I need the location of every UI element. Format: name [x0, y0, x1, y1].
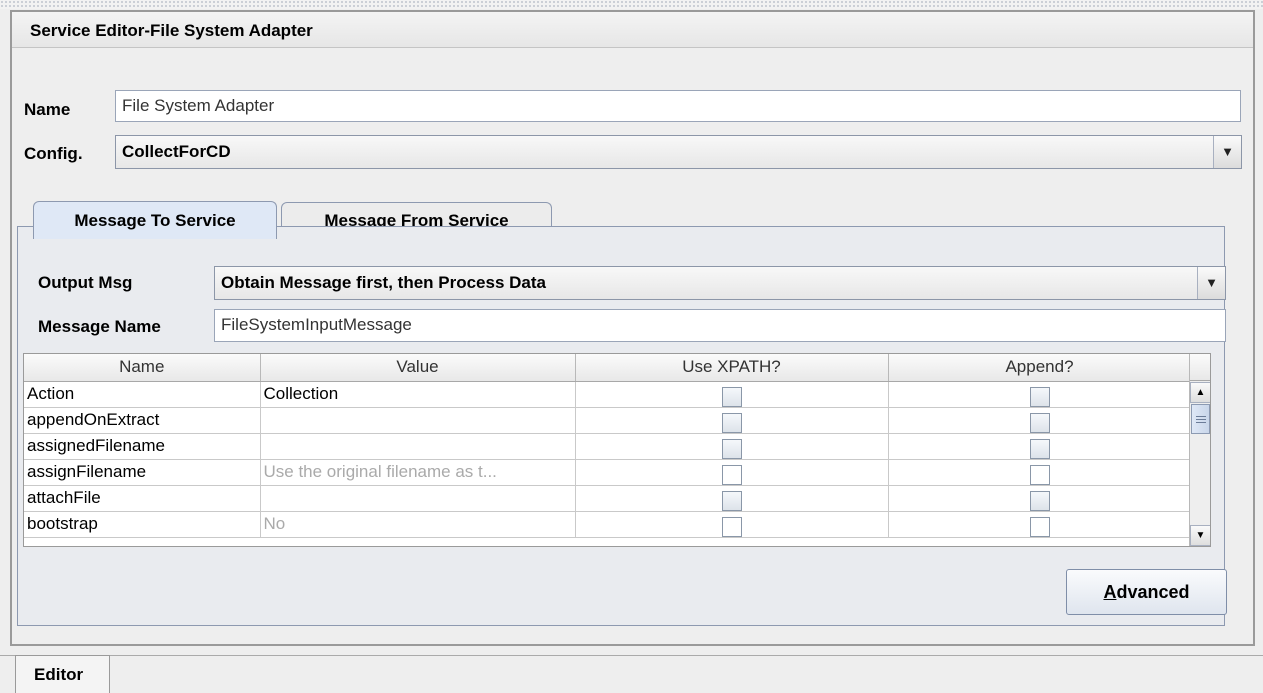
use-xpath-checkbox[interactable]: [721, 386, 742, 406]
column-header-append[interactable]: Append?: [888, 354, 1192, 382]
use-xpath-checkbox[interactable]: [721, 516, 742, 536]
row-value[interactable]: [260, 433, 576, 460]
append-checkbox[interactable]: [1029, 412, 1050, 432]
table-row[interactable]: assignedFilename: [24, 433, 1192, 460]
row-name[interactable]: Action: [24, 381, 261, 408]
column-header-value[interactable]: Value: [260, 354, 576, 382]
row-name[interactable]: assignedFilename: [24, 433, 261, 460]
chevron-down-icon[interactable]: ▼: [1197, 267, 1225, 299]
append-checkbox[interactable]: [1029, 490, 1050, 510]
config-label: Config.: [24, 144, 83, 163]
scroll-thumb[interactable]: [1191, 404, 1210, 434]
row-name[interactable]: appendOnExtract: [24, 407, 261, 434]
output-msg-label: Output Msg: [38, 273, 133, 292]
append-checkbox[interactable]: [1029, 438, 1050, 458]
properties-grid: Name Value Use XPATH? Append? Action Col…: [24, 354, 1192, 538]
append-checkbox[interactable]: [1029, 516, 1050, 536]
column-header-use-xpath[interactable]: Use XPATH?: [575, 354, 889, 382]
scroll-corner: [1190, 354, 1210, 381]
dotted-top-strip: [0, 0, 1263, 9]
panel-title: Service Editor-File System Adapter: [12, 12, 1253, 48]
table-scrollbar[interactable]: ▲ ▼: [1189, 354, 1210, 546]
append-checkbox[interactable]: [1029, 386, 1050, 406]
arrow-up-icon[interactable]: ▲: [1190, 382, 1210, 403]
message-name-label: Message Name: [38, 317, 161, 336]
row-value[interactable]: Collection: [260, 381, 576, 408]
row-value[interactable]: [260, 407, 576, 434]
tab-editor[interactable]: Editor: [15, 655, 110, 693]
use-xpath-checkbox[interactable]: [721, 490, 742, 510]
row-name[interactable]: attachFile: [24, 485, 261, 512]
table-row[interactable]: bootstrap No: [24, 511, 1192, 538]
advanced-mnemonic: A: [1103, 581, 1117, 602]
message-name-input[interactable]: FileSystemInputMessage: [214, 309, 1226, 342]
arrow-down-icon[interactable]: ▼: [1190, 525, 1210, 546]
column-header-name[interactable]: Name: [24, 354, 261, 382]
use-xpath-checkbox[interactable]: [721, 438, 742, 458]
table-row[interactable]: assignFilename Use the original filename…: [24, 459, 1192, 486]
tab-message-to-service[interactable]: Message To Service: [33, 201, 277, 239]
row-name[interactable]: assignFilename: [24, 459, 261, 486]
table-header-row: Name Value Use XPATH? Append?: [24, 354, 1192, 382]
advanced-button[interactable]: Advanced: [1066, 569, 1227, 615]
output-msg-combo[interactable]: Obtain Message first, then Process Data …: [214, 266, 1226, 300]
append-checkbox[interactable]: [1029, 464, 1050, 484]
row-value[interactable]: [260, 485, 576, 512]
use-xpath-checkbox[interactable]: [721, 464, 742, 484]
properties-table: Name Value Use XPATH? Append? Action Col…: [23, 353, 1211, 547]
use-xpath-checkbox[interactable]: [721, 412, 742, 432]
output-msg-value: Obtain Message first, then Process Data: [221, 273, 546, 292]
row-value[interactable]: No: [260, 511, 576, 538]
table-row[interactable]: appendOnExtract: [24, 407, 1192, 434]
chevron-down-icon[interactable]: ▼: [1213, 136, 1241, 168]
name-label: Name: [24, 100, 71, 119]
row-name[interactable]: bootstrap: [24, 511, 261, 538]
row-value[interactable]: Use the original filename as t...: [260, 459, 576, 486]
config-combo[interactable]: CollectForCD ▼: [115, 135, 1242, 169]
bottom-tab-line: [0, 655, 1263, 656]
advanced-label: dvanced: [1116, 581, 1190, 602]
table-row[interactable]: Action Collection: [24, 381, 1192, 408]
config-combo-value: CollectForCD: [122, 142, 231, 161]
table-row[interactable]: attachFile: [24, 485, 1192, 512]
name-input[interactable]: File System Adapter: [115, 90, 1241, 122]
